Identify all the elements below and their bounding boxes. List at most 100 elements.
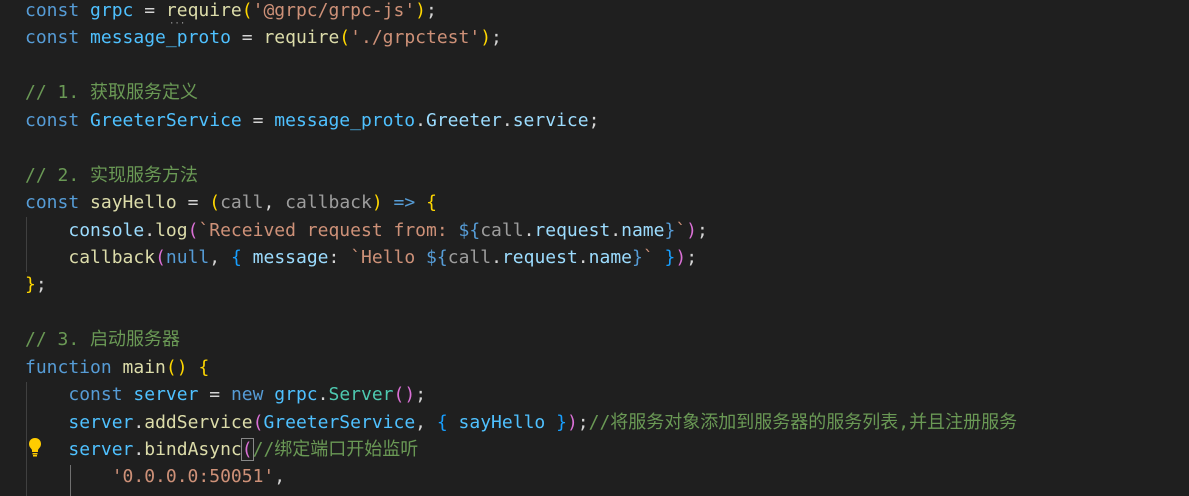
code-line[interactable]: '0.0.0.0:50051',	[25, 463, 1017, 490]
code-token: .	[501, 109, 513, 131]
code-token: ;	[35, 274, 47, 296]
code-line[interactable]: const GreeterService = message_proto.Gre…	[25, 107, 1017, 134]
code-token: ${	[458, 219, 481, 241]
code-line[interactable]: // 3. 启动服务器	[25, 326, 1017, 353]
code-line[interactable]	[25, 52, 1017, 79]
code-token: '@grpc/grpc-js'	[252, 0, 416, 21]
code-token: .	[491, 246, 502, 268]
code-line[interactable]	[25, 299, 1017, 326]
code-token: (	[187, 219, 199, 241]
code-line[interactable]: const message_proto = require('./grpctes…	[25, 24, 1017, 51]
code-token: service	[512, 109, 589, 131]
code-line[interactable]: const grpc = require('@grpc/grpc-js');	[25, 0, 1017, 24]
code-token: )	[675, 246, 687, 268]
code-line[interactable]: console.log(`Received request from: ${ca…	[25, 217, 1017, 244]
code-line[interactable]: };	[25, 271, 1017, 298]
code-token: )	[686, 219, 697, 241]
code-line[interactable]: const sayHello = (call, callback) => {	[25, 189, 1017, 216]
code-token: ,	[209, 246, 231, 268]
code-token: =	[176, 192, 210, 214]
code-token: )	[480, 27, 492, 49]
code-token: `	[642, 246, 654, 268]
code-token: =	[230, 27, 264, 49]
code-token: ;	[491, 27, 502, 49]
code-line[interactable]: callback(null, { message: `Hello ${call.…	[25, 244, 1017, 271]
code-token: Server	[328, 384, 394, 406]
code-token: GreeterService	[90, 109, 242, 131]
code-token: grpc	[90, 0, 134, 21]
code-token: callback	[68, 246, 156, 268]
code-token: {	[436, 411, 448, 433]
code-token: }	[632, 246, 643, 268]
code-token: (	[155, 246, 166, 268]
code-token: (	[252, 411, 264, 433]
code-line[interactable]: server.addService(GreeterService, { sayH…	[25, 409, 1017, 436]
code-token: sayHello	[458, 411, 546, 433]
code-token: callback	[285, 192, 372, 214]
code-lines[interactable]: const grpc = require('@grpc/grpc-js'); co…	[25, 0, 1017, 491]
code-token: console	[68, 219, 145, 241]
code-line[interactable]: // 1. 获取服务定义	[25, 79, 1017, 106]
code-token: message	[252, 246, 329, 268]
code-token: .	[144, 219, 156, 241]
code-token: ;	[697, 219, 708, 241]
code-line[interactable]	[25, 134, 1017, 161]
code-token: =>	[393, 192, 416, 214]
code-line[interactable]: function main() {	[25, 354, 1017, 381]
code-token: name	[621, 219, 665, 241]
code-token: .	[133, 439, 145, 460]
code-token: }	[664, 219, 676, 241]
code-token: }	[25, 274, 36, 296]
code-token: main	[122, 356, 166, 378]
code-token: .	[610, 219, 622, 241]
code-line[interactable]: const server = new grpc.Server();	[25, 381, 1017, 408]
code-token: .	[415, 109, 426, 131]
code-token: //绑定端口开始监听	[252, 439, 419, 460]
code-token: require	[165, 0, 242, 21]
code-token: (	[393, 384, 405, 406]
code-token: ;	[588, 109, 600, 131]
code-token: // 1. 获取服务定义	[25, 82, 199, 104]
code-line[interactable]: server.bindAsync(//绑定端口开始监听	[25, 436, 1017, 463]
code-token: .	[133, 411, 145, 433]
code-token: ${	[426, 246, 448, 268]
code-token: (	[241, 0, 253, 21]
code-token: server	[133, 384, 199, 406]
code-token: }	[664, 246, 676, 268]
code-editor[interactable]: ··· const grpc = require('@grpc/grpc-js'…	[0, 0, 1189, 496]
code-token: // 2. 实现服务方法	[25, 164, 199, 186]
code-token: addService	[144, 411, 253, 433]
code-token: `Received request from:	[198, 219, 459, 241]
code-token: ,	[415, 411, 437, 433]
code-token: )	[371, 192, 383, 214]
code-line[interactable]: // 2. 实现服务方法	[25, 162, 1017, 189]
code-token: log	[155, 219, 188, 241]
code-token: (	[165, 356, 177, 378]
code-token: request	[501, 246, 578, 268]
code-token: =	[133, 0, 166, 21]
code-token: call	[220, 192, 264, 214]
code-token: require	[263, 27, 340, 49]
code-token: )	[415, 0, 427, 21]
code-token: call	[447, 246, 492, 268]
code-token: `Hello	[350, 246, 427, 268]
code-token: name	[588, 246, 632, 268]
code-token: message_proto	[90, 27, 231, 49]
code-token: ;	[577, 411, 589, 433]
code-token: const	[68, 384, 123, 406]
code-token: :	[328, 246, 351, 268]
lightbulb-icon[interactable]	[28, 437, 42, 457]
code-token: const	[25, 109, 80, 131]
